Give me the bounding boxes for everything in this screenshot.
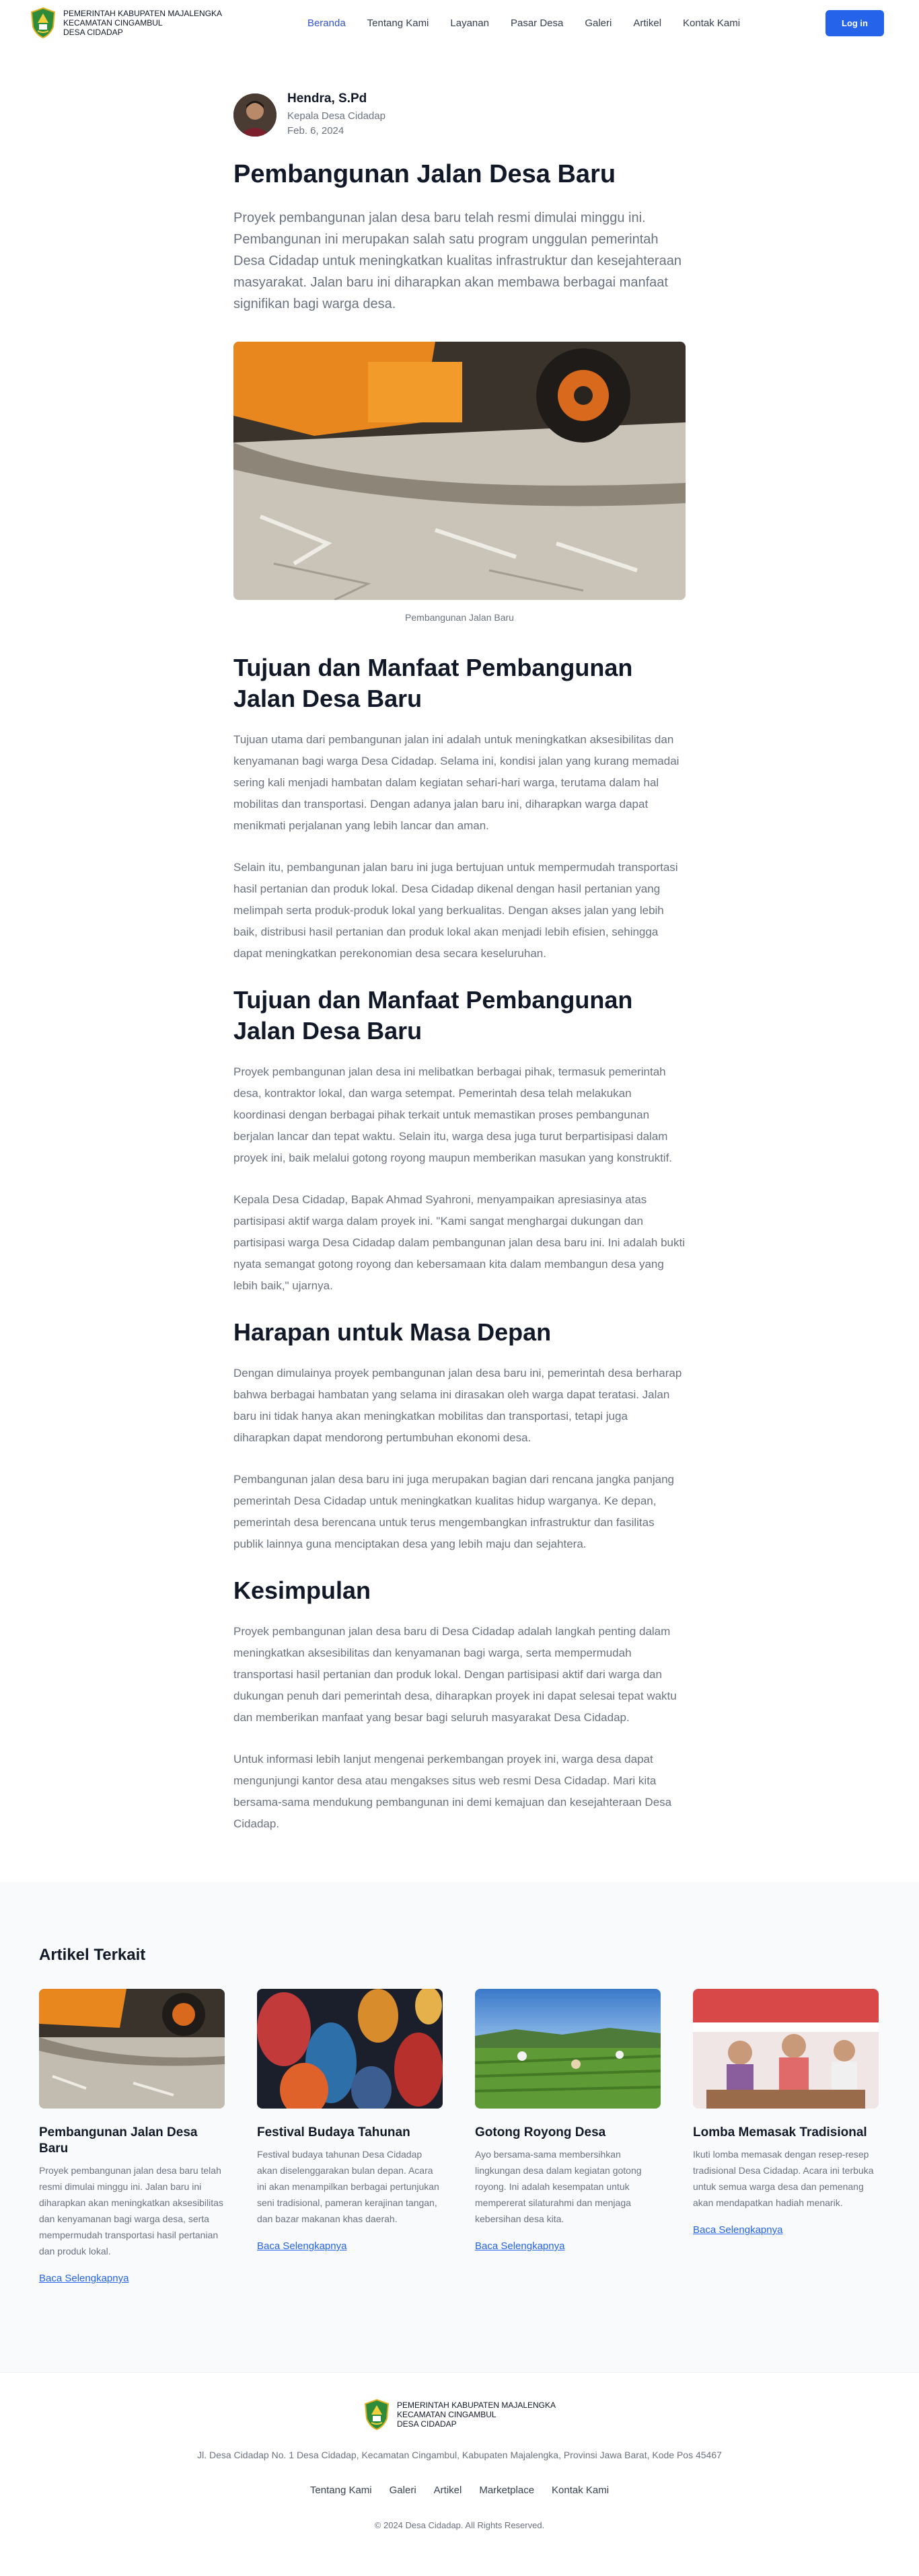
- section-heading: Kesimpulan: [233, 1577, 371, 1604]
- related-heading: Artikel Terkait: [39, 1946, 146, 1964]
- paragraph: Selain itu, pembangunan jalan baru ini j…: [233, 861, 678, 960]
- brand-line: PEMERINTAH KABUPATEN MAJALENGKA: [63, 9, 223, 18]
- article: Hendra, S.Pd Kepala Desa Cidadap Feb. 6,…: [233, 46, 686, 1835]
- brand-line: DESA CIDADAP: [396, 2419, 457, 2429]
- nav-layanan[interactable]: Layanan: [450, 17, 489, 29]
- nav-galeri[interactable]: Galeri: [585, 17, 612, 29]
- paragraph: Pembangunan jalan desa baru ini juga mer…: [233, 1473, 674, 1550]
- brand-line: KECAMATAN CINGAMBUL: [396, 2410, 497, 2419]
- card-image[interactable]: [257, 1989, 443, 2109]
- related-articles: Artikel Terkait Pembangunan Jalan Desa B…: [0, 1882, 919, 2372]
- related-cards: Pembangunan Jalan Desa Baru Proyek pemba…: [39, 1989, 880, 2285]
- card-image[interactable]: [693, 1989, 879, 2109]
- card-image[interactable]: [39, 1989, 225, 2109]
- footer-nav-kontak-kami[interactable]: Kontak Kami: [552, 2485, 609, 2496]
- village-logo-icon: [30, 7, 56, 39]
- brand[interactable]: PEMERINTAH KABUPATEN MAJALENGKA KECAMATA…: [30, 7, 222, 39]
- card-description: Ayo bersama-sama membersihkan lingkungan…: [475, 2149, 642, 2224]
- nav-artikel[interactable]: Artikel: [633, 17, 661, 29]
- author-avatar: [233, 93, 277, 137]
- card-description: Ikuti lomba memasak dengan resep-resep t…: [693, 2149, 874, 2208]
- footer-nav-tentang-kami[interactable]: Tentang Kami: [310, 2485, 372, 2496]
- read-more-link[interactable]: Baca Selengkapnya: [257, 2240, 346, 2252]
- paragraph: Proyek pembangunan jalan desa ini meliba…: [233, 1065, 673, 1164]
- footer-brand-text: PEMERINTAH KABUPATEN MAJALENGKA KECAMATA…: [397, 2400, 556, 2429]
- article-title: Pembangunan Jalan Desa Baru: [233, 160, 616, 188]
- card-title[interactable]: Festival Budaya Tahunan: [257, 2125, 443, 2141]
- section-heading: Harapan untuk Masa Depan: [233, 1318, 552, 1346]
- section-harapan: Harapan untuk Masa Depan Dengan dimulain…: [233, 1317, 686, 1555]
- brand-line: KECAMATAN CINGAMBUL: [63, 18, 163, 28]
- post-date: Feb. 6, 2024: [287, 125, 344, 137]
- card-title[interactable]: Pembangunan Jalan Desa Baru: [39, 2125, 225, 2157]
- paragraph: Proyek pembangunan jalan desa baru di De…: [233, 1625, 677, 1724]
- hero-image: [233, 342, 686, 600]
- brand-text: PEMERINTAH KABUPATEN MAJALENGKA KECAMATA…: [63, 9, 222, 37]
- paragraph: Untuk informasi lebih lanjut mengenai pe…: [233, 1753, 672, 1830]
- related-card: Gotong Royong Desa Ayo bersama-sama memb…: [475, 1989, 661, 2285]
- nav-beranda[interactable]: Beranda: [307, 17, 346, 29]
- login-button[interactable]: Log in: [825, 9, 884, 36]
- card-description: Festival budaya tahunan Desa Cidadap aka…: [257, 2149, 439, 2224]
- related-card: Lomba Memasak Tradisional Ikuti lomba me…: [693, 1989, 879, 2285]
- read-more-link[interactable]: Baca Selengkapnya: [475, 2240, 564, 2252]
- read-more-link[interactable]: Baca Selengkapnya: [39, 2273, 128, 2284]
- section-kesimpulan: Kesimpulan Proyek pembangunan jalan desa…: [233, 1575, 686, 1835]
- article-lead: Proyek pembangunan jalan desa baru telah…: [233, 211, 682, 311]
- card-image[interactable]: [475, 1989, 661, 2109]
- brand-line: PEMERINTAH KABUPATEN MAJALENGKA: [396, 2400, 556, 2410]
- section-heading: Tujuan dan Manfaat Pembangunan Jalan Des…: [233, 654, 633, 712]
- footer-nav: Tentang Kami Galeri Artikel Marketplace …: [0, 2485, 919, 2496]
- footer-nav-marketplace[interactable]: Marketplace: [479, 2485, 534, 2496]
- site-header: PEMERINTAH KABUPATEN MAJALENGKA KECAMATA…: [0, 0, 919, 46]
- footer-brand[interactable]: PEMERINTAH KABUPATEN MAJALENGKA KECAMATA…: [0, 2398, 919, 2431]
- author-name: Hendra, S.Pd: [287, 91, 367, 106]
- footer-address: Jl. Desa Cidadap No. 1 Desa Cidadap, Kec…: [197, 2450, 722, 2460]
- card-title[interactable]: Gotong Royong Desa: [475, 2125, 661, 2141]
- section-heading: Tujuan dan Manfaat Pembangunan Jalan Des…: [233, 986, 633, 1045]
- main-nav: Beranda Tentang Kami Layanan Pasar Desa …: [307, 17, 740, 29]
- nav-pasar-desa[interactable]: Pasar Desa: [511, 17, 563, 29]
- read-more-link[interactable]: Baca Selengkapnya: [693, 2224, 782, 2236]
- image-caption: Pembangunan Jalan Baru: [405, 612, 514, 623]
- village-logo-icon: [364, 2398, 390, 2431]
- author-role: Kepala Desa Cidadap: [287, 110, 385, 122]
- footer-nav-artikel[interactable]: Artikel: [434, 2485, 462, 2496]
- nav-kontak-kami[interactable]: Kontak Kami: [683, 17, 740, 29]
- card-title[interactable]: Lomba Memasak Tradisional: [693, 2125, 879, 2141]
- card-description: Proyek pembangunan jalan desa baru telah…: [39, 2165, 223, 2257]
- brand-line: DESA CIDADAP: [63, 28, 123, 37]
- author-block: Hendra, S.Pd Kepala Desa Cidadap Feb. 6,…: [233, 91, 686, 139]
- nav-tentang-kami[interactable]: Tentang Kami: [367, 17, 429, 29]
- copyright: © 2024 Desa Cidadap. All Rights Reserved…: [374, 2520, 545, 2530]
- site-footer: PEMERINTAH KABUPATEN MAJALENGKA KECAMATA…: [0, 2372, 919, 2556]
- footer-nav-galeri[interactable]: Galeri: [390, 2485, 416, 2496]
- paragraph: Dengan dimulainya proyek pembangunan jal…: [233, 1367, 682, 1444]
- paragraph: Tujuan utama dari pembangunan jalan ini …: [233, 733, 679, 832]
- related-card: Festival Budaya Tahunan Festival budaya …: [257, 1989, 443, 2285]
- related-card: Pembangunan Jalan Desa Baru Proyek pemba…: [39, 1989, 225, 2285]
- paragraph: Kepala Desa Cidadap, Bapak Ahmad Syahron…: [233, 1193, 685, 1292]
- section-tujuan: Tujuan dan Manfaat Pembangunan Jalan Des…: [233, 652, 686, 964]
- section-pelaksanaan: Tujuan dan Manfaat Pembangunan Jalan Des…: [233, 985, 686, 1297]
